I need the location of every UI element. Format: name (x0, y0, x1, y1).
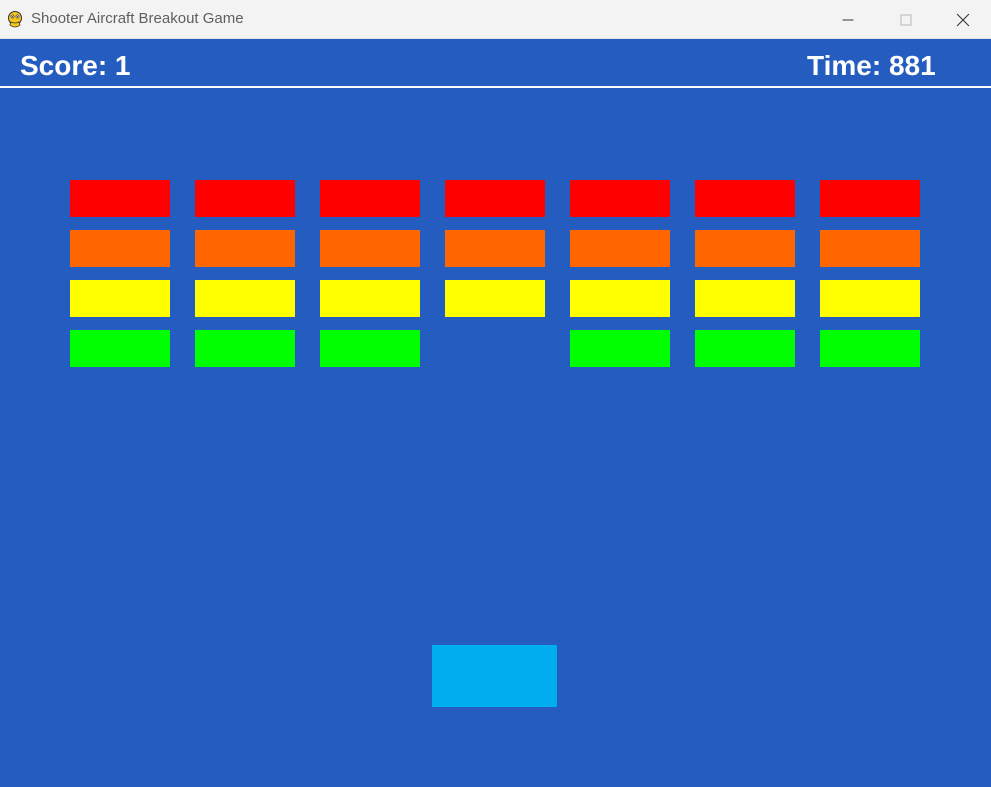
close-icon (956, 13, 970, 26)
close-button[interactable] (935, 0, 991, 39)
brick (570, 280, 670, 317)
brick (70, 330, 170, 367)
brick (695, 330, 795, 367)
maximize-icon (900, 14, 912, 25)
game-canvas[interactable]: Score: 1 Time: 881 (0, 39, 991, 787)
maximize-button[interactable] (877, 0, 935, 39)
brick (445, 280, 545, 317)
brick (70, 230, 170, 267)
paddle[interactable] (432, 645, 557, 707)
brick (695, 230, 795, 267)
brick (695, 280, 795, 317)
brick (820, 180, 920, 217)
brick (195, 230, 295, 267)
brick (570, 330, 670, 367)
brick (695, 180, 795, 217)
brick (820, 280, 920, 317)
brick (320, 230, 420, 267)
brick (320, 180, 420, 217)
title-bar[interactable]: Shooter Aircraft Breakout Game (0, 0, 991, 39)
brick (195, 180, 295, 217)
brick (820, 330, 920, 367)
brick (195, 280, 295, 317)
brick (320, 280, 420, 317)
brick (820, 230, 920, 267)
game-window: Shooter Aircraft Breakout Game Score: 1 … (0, 0, 991, 787)
brick (445, 230, 545, 267)
time-display: Time: 881 (807, 50, 936, 81)
brick (320, 330, 420, 367)
score-display: Score: 1 (20, 50, 131, 81)
brick (570, 230, 670, 267)
brick (70, 180, 170, 217)
brick (195, 330, 295, 367)
minimize-button[interactable] (819, 0, 877, 39)
pygame-snake-icon (8, 11, 22, 28)
window-title: Shooter Aircraft Breakout Game (31, 10, 244, 27)
hud-divider (0, 86, 991, 88)
minimize-icon (842, 19, 854, 20)
brick (570, 180, 670, 217)
brick (445, 180, 545, 217)
brick (70, 280, 170, 317)
